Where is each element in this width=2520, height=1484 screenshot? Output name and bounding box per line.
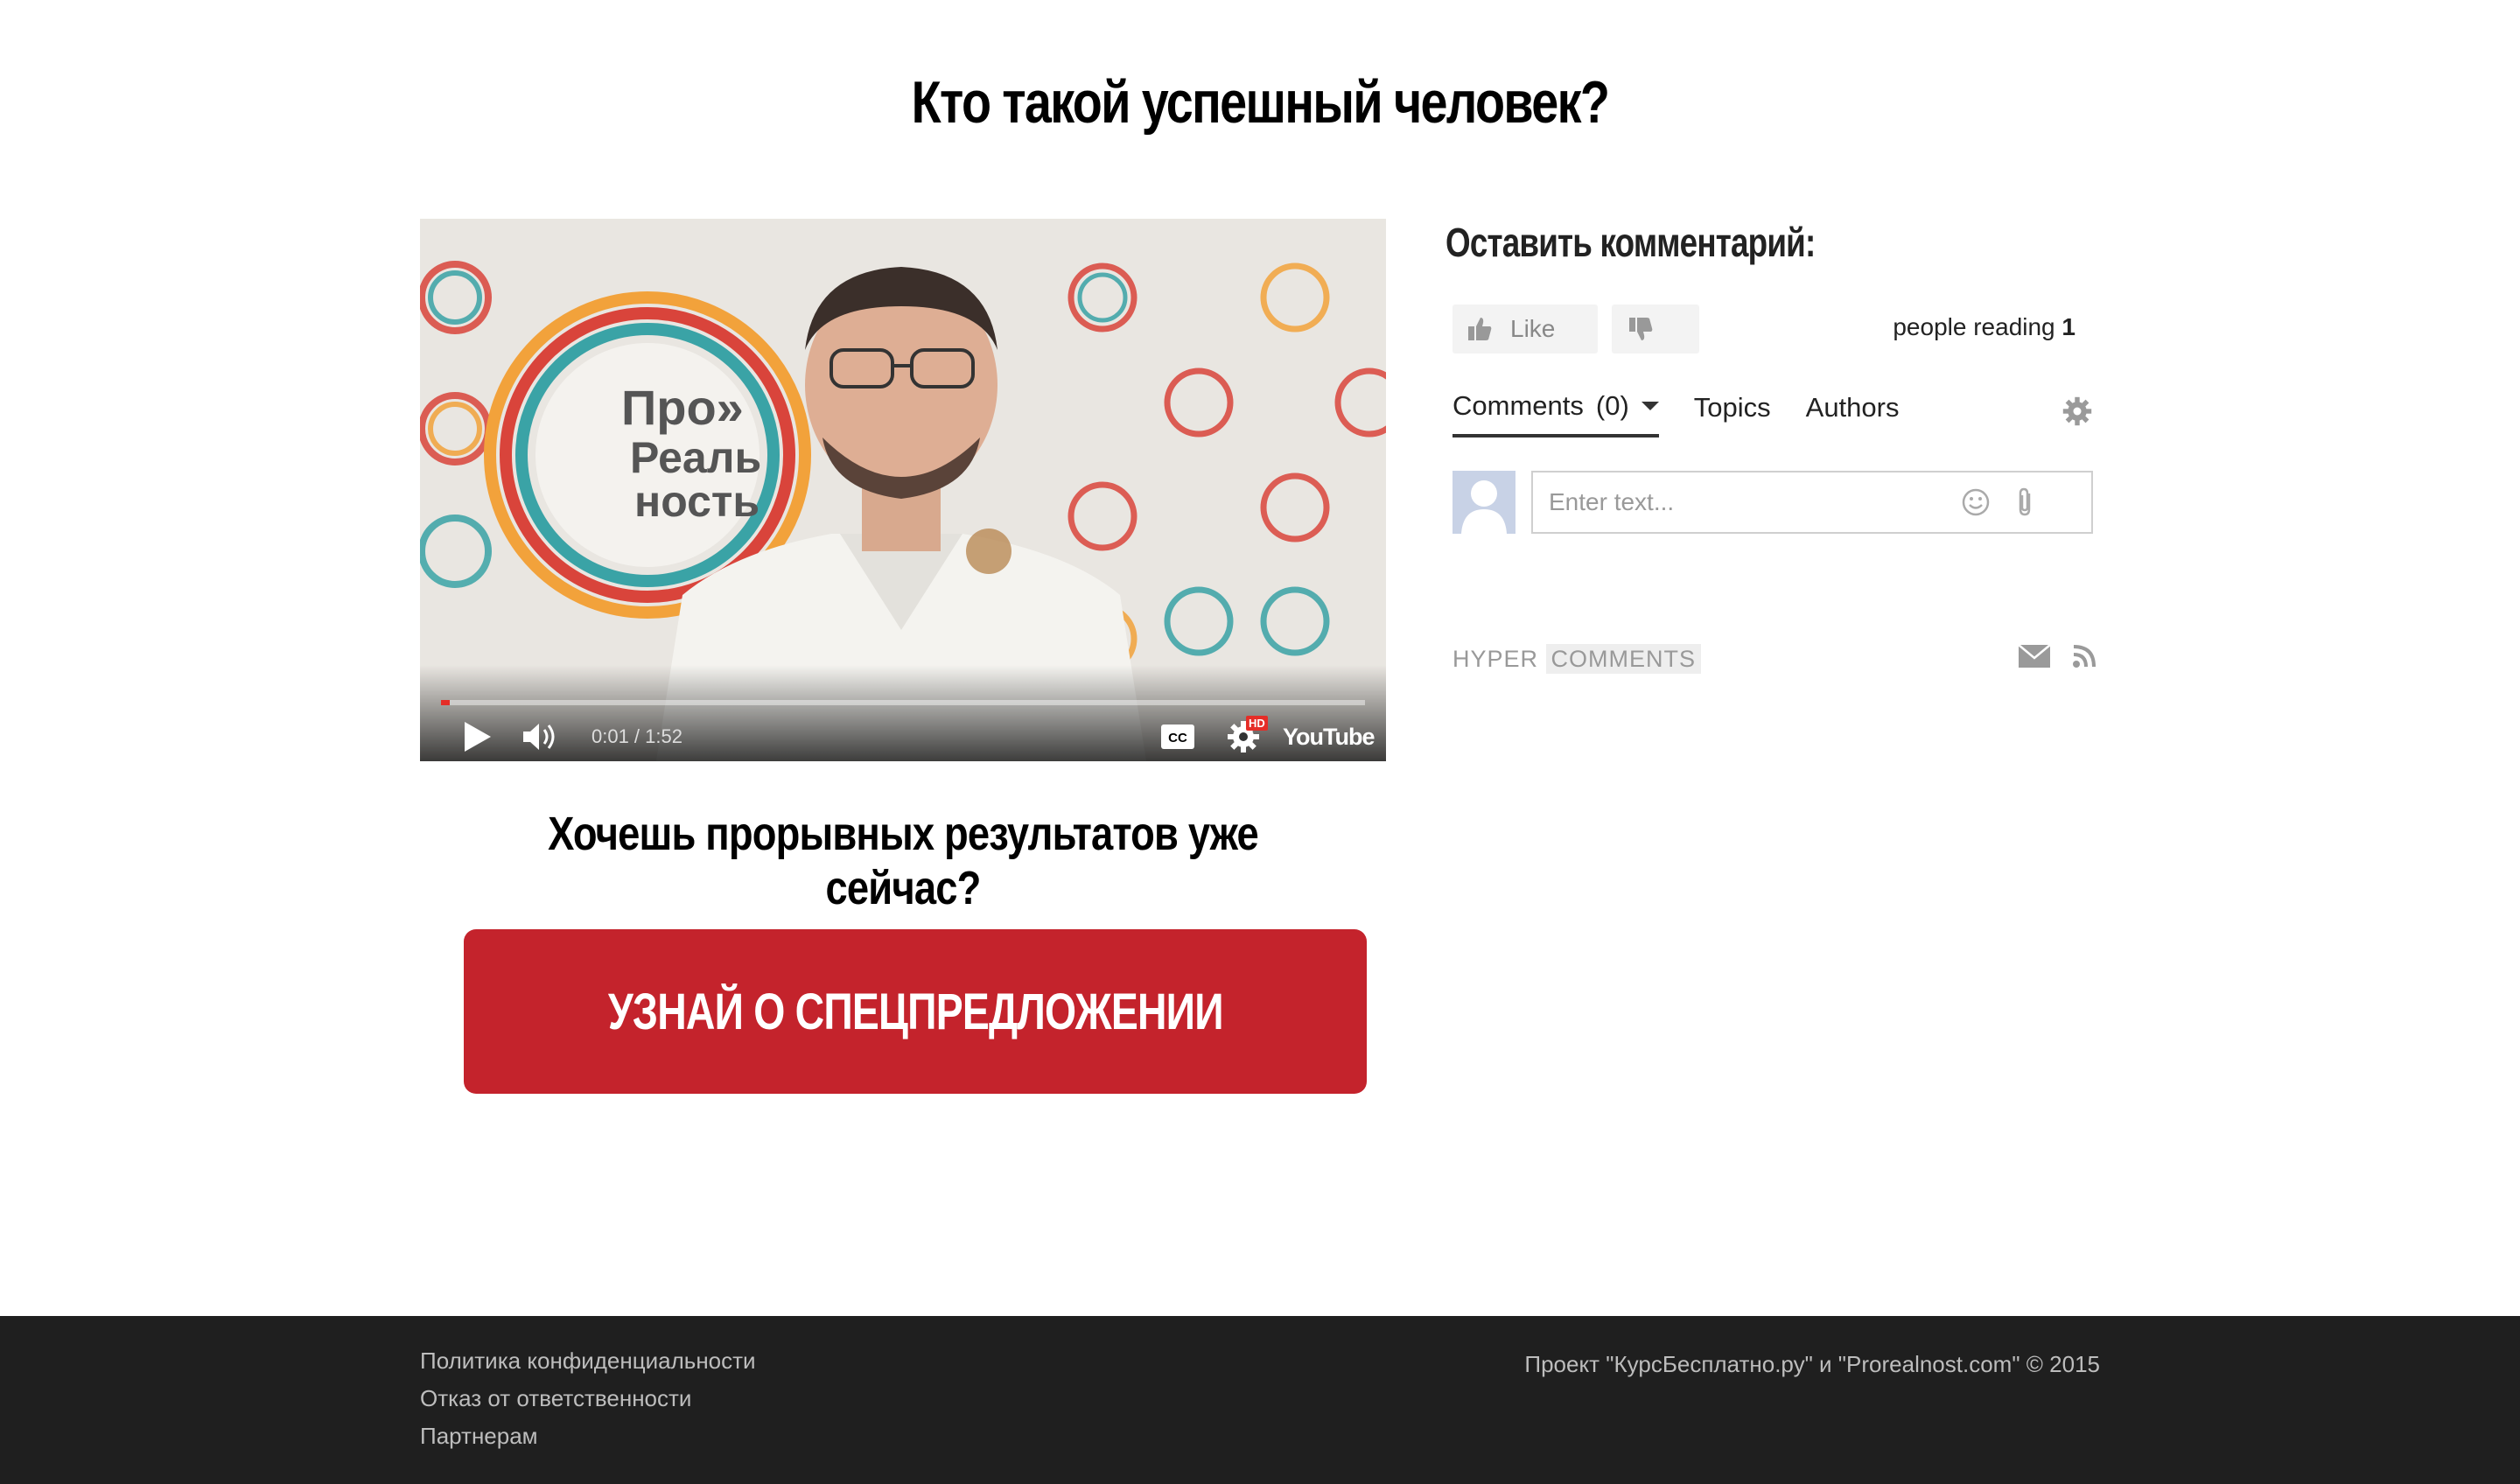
footer-link-partners[interactable]: Партнерам bbox=[420, 1423, 756, 1450]
video-time-display: 0:01 / 1:52 bbox=[592, 725, 682, 747]
comments-heading: Оставить комментарий: bbox=[1446, 220, 1816, 265]
tab-authors[interactable]: Authors bbox=[1806, 390, 1900, 438]
special-offer-button[interactable]: УЗНАЙ О СПЕЦПРЕДЛОЖЕНИИ bbox=[464, 929, 1367, 1094]
caret-down-icon bbox=[1641, 402, 1659, 410]
people-reading-count: 1 bbox=[2062, 313, 2076, 340]
page-title: Кто такой успешный человек? bbox=[911, 69, 1610, 136]
avatar bbox=[1452, 471, 1516, 534]
people-reading: people reading 1 bbox=[1893, 313, 2076, 341]
video-player[interactable]: Про» Реаль ность 0:01 / 1:52 CC HD YouTu… bbox=[420, 219, 1386, 761]
svg-text:ность: ность bbox=[634, 477, 760, 526]
thumbs-down-icon bbox=[1629, 318, 1653, 340]
like-button[interactable]: Like bbox=[1452, 304, 1598, 354]
svg-text:Реаль: Реаль bbox=[630, 433, 761, 482]
footer-link-privacy[interactable]: Политика конфиденциальности bbox=[420, 1348, 756, 1375]
play-icon bbox=[465, 722, 491, 752]
rss-icon[interactable] bbox=[2072, 644, 2096, 668]
tab-comments-label: Comments bbox=[1452, 390, 1584, 421]
brand-hyper: HYPER bbox=[1452, 646, 1539, 672]
volume-button[interactable] bbox=[518, 718, 562, 756]
cc-label: CC bbox=[1168, 731, 1187, 746]
brand-comments: COMMENTS bbox=[1545, 644, 1702, 674]
thumbs-up-icon bbox=[1468, 318, 1492, 340]
paperclip-icon[interactable] bbox=[2012, 486, 2039, 518]
copyright: Проект "КурсБесплатно.ру" и "Prorealnost… bbox=[1524, 1351, 2100, 1377]
tab-topics[interactable]: Topics bbox=[1694, 390, 1771, 438]
youtube-logo[interactable]: YouTube bbox=[1283, 719, 1375, 754]
comments-settings-gear-icon[interactable] bbox=[2062, 396, 2093, 427]
comments-tabs: Comments (0) Topics Authors bbox=[1452, 390, 1899, 438]
footer: Политика конфиденциальности Отказ от отв… bbox=[0, 1316, 2520, 1484]
user-silhouette-icon bbox=[1452, 471, 1516, 534]
play-button[interactable] bbox=[458, 718, 497, 756]
cta-subheading: Хочешь прорывных результатов уже сейчас? bbox=[548, 808, 1259, 914]
hypercomments-logo[interactable]: HYPER COMMENTS bbox=[1452, 644, 1702, 674]
footer-link-disclaimer[interactable]: Отказ от ответственности bbox=[420, 1385, 756, 1412]
like-label: Like bbox=[1510, 315, 1556, 342]
people-reading-label: people reading bbox=[1893, 313, 2055, 340]
comment-input[interactable] bbox=[1531, 471, 2093, 534]
video-controls-bar: 0:01 / 1:52 CC HD YouTube bbox=[420, 665, 1386, 761]
footer-links: Политика конфиденциальности Отказ от отв… bbox=[420, 1348, 756, 1450]
tab-comments-count: (0) bbox=[1595, 390, 1629, 421]
tab-comments[interactable]: Comments (0) bbox=[1452, 390, 1659, 438]
smiley-icon[interactable] bbox=[1960, 486, 1992, 518]
svg-text:Про»: Про» bbox=[621, 380, 744, 435]
special-offer-button-label: УЗНАЙ О СПЕЦПРЕДЛОЖЕНИИ bbox=[607, 983, 1224, 1040]
captions-button[interactable]: CC bbox=[1158, 721, 1197, 752]
dislike-button[interactable] bbox=[1612, 304, 1699, 354]
video-progress-fill bbox=[441, 700, 450, 705]
cc-icon: CC bbox=[1161, 724, 1194, 749]
volume-icon bbox=[523, 724, 555, 750]
hd-badge: HD bbox=[1246, 716, 1268, 731]
mail-icon[interactable] bbox=[2018, 644, 2051, 668]
video-progress-bar[interactable] bbox=[441, 700, 1365, 705]
